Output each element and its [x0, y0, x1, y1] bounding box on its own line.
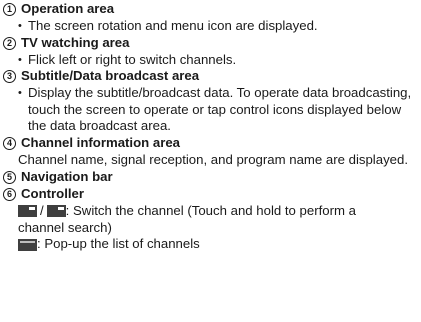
controller-list-line: : Pop-up the list of channels: [3, 236, 413, 253]
controller-list-text: : Pop-up the list of channels: [37, 236, 200, 252]
heading-text: Operation area: [21, 1, 115, 16]
item-heading-1: 1 Operation area: [3, 1, 413, 18]
number-badge: 4: [3, 136, 16, 150]
bullet-item: • Flick left or right to switch channels…: [3, 52, 413, 69]
manual-page: 1 Operation area • The screen rotation a…: [0, 0, 421, 253]
item-heading-6: 6 Controller: [3, 186, 413, 203]
heading-text: Navigation bar: [21, 168, 113, 184]
bullet-text: Flick left or right to switch channels.: [28, 51, 237, 67]
channel-prev-icon: [18, 205, 37, 218]
item-description: Channel name, signal reception, and prog…: [18, 151, 408, 167]
item-heading-3: 3 Subtitle/Data broadcast area: [3, 68, 413, 85]
item-heading-4: 4 Channel information area: [3, 135, 413, 152]
heading-text: Channel information area: [21, 134, 181, 150]
bullet-text: The screen rotation and menu icon are di…: [28, 18, 318, 33]
bullet-item: • The screen rotation and menu icon are …: [3, 18, 413, 35]
heading-text: Controller: [21, 185, 85, 201]
number-badge: 5: [3, 170, 16, 184]
bullet-text: Display the subtitle/broadcast data. To …: [28, 85, 412, 134]
bullet-dot: •: [18, 20, 22, 32]
controller-switch-text-cont: channel search): [18, 219, 112, 235]
number-badge: 6: [3, 187, 16, 201]
controller-switch-line: / : Switch the channel (Touch and hold t…: [3, 203, 413, 220]
channel-next-icon: [46, 205, 66, 218]
item-heading-5: 5 Navigation bar: [3, 169, 413, 186]
controller-switch-text: : Switch the channel (Touch and hold to …: [65, 202, 356, 218]
number-badge: 1: [3, 3, 16, 16]
number-badge: 2: [3, 36, 16, 50]
channel-list-icon: [18, 238, 37, 251]
icon-separator: /: [40, 202, 44, 218]
bullet-item: • Display the subtitle/broadcast data. T…: [3, 85, 413, 135]
heading-text: TV watching area: [21, 34, 130, 50]
number-badge: 3: [3, 70, 16, 84]
bullet-dot: •: [18, 53, 22, 66]
item-heading-2: 2 TV watching area: [3, 35, 413, 52]
bullet-dot: •: [18, 87, 22, 100]
heading-text: Subtitle/Data broadcast area: [21, 68, 200, 84]
